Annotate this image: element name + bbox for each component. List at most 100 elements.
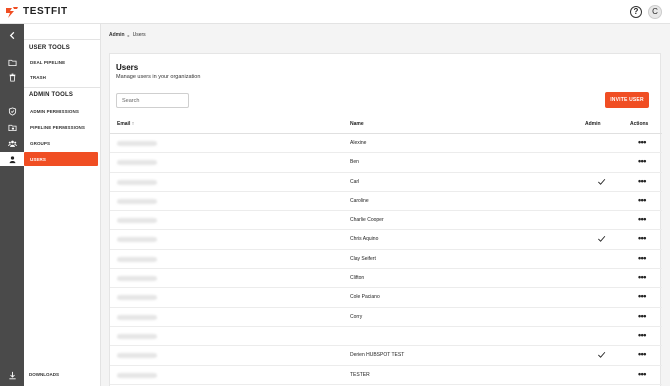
email-cell-redacted — [117, 372, 157, 378]
page-subtitle: Manage users in your organization — [116, 74, 201, 80]
name-cell: Carl — [350, 178, 360, 185]
testfit-logo-icon — [5, 5, 19, 19]
users-card: Users Manage users in your organization … — [109, 53, 662, 386]
email-cell-redacted — [117, 353, 157, 359]
sort-ascending-icon[interactable]: ↑ — [132, 121, 135, 127]
table-row[interactable]: Clifton ••• — [110, 269, 662, 289]
shield-icon[interactable] — [0, 104, 24, 118]
email-cell-redacted — [117, 160, 157, 166]
row-actions-menu-icon[interactable]: ••• — [638, 369, 646, 379]
sidebar-item-users[interactable]: USERS — [24, 152, 98, 166]
admin-check-icon — [598, 178, 606, 185]
sidebar-item-downloads[interactable]: DOWNLOADS — [29, 372, 59, 377]
table-header: Email ↑ Name Admin Actions — [110, 115, 662, 134]
page-title: Users — [116, 63, 139, 72]
logo[interactable]: TESTFIT — [5, 5, 68, 19]
table-row[interactable]: Corry ••• — [110, 308, 662, 327]
table-body: Alexine ••• Ben ••• Carl ••• Caroline ••• Charli… — [110, 134, 662, 385]
row-actions-menu-icon[interactable]: ••• — [638, 292, 646, 301]
sidebar-item-admin-permissions[interactable]: ADMIN PERMISSIONS — [24, 104, 98, 118]
breadcrumb: Admin ▸ Users — [109, 32, 146, 38]
sidebar-item-groups[interactable]: GROUPS — [24, 136, 98, 150]
email-header-label: Email — [117, 121, 131, 127]
trash-icon[interactable] — [0, 70, 24, 84]
table-row[interactable]: Carl ••• — [110, 173, 662, 192]
table-row[interactable]: Caroline ••• — [110, 192, 662, 212]
email-cell-redacted — [117, 295, 157, 301]
sidebar-item-deal-pipeline[interactable]: DEAL PIPELINE — [24, 55, 98, 69]
sidebar-item-trash[interactable]: TRASH — [24, 70, 98, 84]
name-cell: TESTER — [350, 371, 370, 378]
sidebar-item-pipeline-permissions[interactable]: PIPELINE PERMISSIONS — [24, 120, 98, 134]
breadcrumb-separator-icon: ▸ — [127, 32, 130, 38]
row-actions-menu-icon[interactable]: ••• — [638, 138, 646, 147]
row-actions-menu-icon[interactable]: ••• — [638, 311, 646, 321]
email-cell-redacted — [117, 256, 157, 262]
admin-tools-heading: ADMIN TOOLS — [29, 92, 74, 98]
table-row[interactable]: Ben ••• — [110, 153, 662, 173]
email-cell-redacted — [117, 218, 157, 224]
email-cell-redacted — [117, 276, 157, 282]
row-actions-menu-icon[interactable]: ••• — [638, 157, 646, 166]
search-input[interactable] — [116, 93, 189, 108]
column-header-name[interactable]: Name — [350, 121, 364, 127]
admin-check-icon — [598, 352, 606, 359]
row-actions-menu-icon[interactable]: ••• — [638, 253, 646, 263]
email-cell-redacted — [117, 237, 157, 243]
group-icon[interactable] — [0, 136, 24, 150]
table-row[interactable]: Cole Paciano ••• — [110, 288, 662, 308]
name-cell: Derien HUBSPOT TEST — [350, 352, 405, 359]
sidebar-divider — [24, 87, 101, 88]
table-row[interactable]: Clay Seifert ••• — [110, 250, 662, 270]
sidebar-divider — [24, 39, 101, 40]
table-row[interactable]: Alexine ••• — [110, 134, 662, 154]
folder-lock-icon[interactable] — [0, 120, 24, 134]
invite-user-button[interactable]: INVITE USER — [605, 92, 649, 108]
icon-rail — [0, 24, 24, 386]
main-content: Admin ▸ Users Users Manage users in your… — [101, 24, 670, 386]
avatar[interactable]: C — [648, 5, 662, 19]
column-header-admin: Admin — [585, 121, 601, 127]
email-cell-redacted — [117, 333, 157, 339]
name-cell: Cole Paciano — [350, 294, 380, 301]
table-row[interactable]: TESTER ••• — [110, 366, 662, 385]
row-actions-menu-icon[interactable]: ••• — [638, 234, 646, 243]
top-bar: TESTFIT ? C — [0, 0, 670, 24]
folder-icon[interactable] — [0, 55, 24, 69]
table-row[interactable]: Charlie Cooper ••• — [110, 211, 662, 231]
name-cell: Clay Seifert — [350, 255, 376, 262]
email-cell-redacted — [117, 141, 157, 146]
sidebar: USER TOOLS DEAL PIPELINE TRASH ADMIN TOO… — [24, 24, 101, 386]
breadcrumb-admin[interactable]: Admin — [109, 32, 125, 38]
row-actions-menu-icon[interactable]: ••• — [638, 273, 646, 282]
row-actions-menu-icon[interactable]: ••• — [638, 350, 646, 359]
table-row[interactable]: Chris Aquino ••• — [110, 230, 662, 250]
row-actions-menu-icon[interactable]: ••• — [638, 215, 646, 224]
user-icon[interactable] — [0, 152, 24, 166]
row-actions-menu-icon[interactable]: ••• — [638, 176, 646, 186]
collapse-icon[interactable] — [0, 28, 24, 42]
table-row[interactable]: ••• — [110, 327, 662, 347]
user-tools-heading: USER TOOLS — [29, 45, 70, 51]
name-cell: Alexine — [350, 140, 367, 146]
name-cell: Clifton — [350, 275, 365, 282]
help-icon[interactable]: ? — [630, 6, 642, 18]
breadcrumb-users: Users — [132, 32, 146, 38]
name-cell: Charlie Cooper — [350, 217, 384, 224]
column-header-email[interactable]: Email ↑ — [117, 121, 134, 127]
row-actions-menu-icon[interactable]: ••• — [638, 195, 646, 205]
email-cell-redacted — [117, 314, 157, 320]
row-actions-menu-icon[interactable]: ••• — [638, 330, 646, 340]
download-icon[interactable] — [0, 368, 24, 382]
name-cell: Ben — [350, 159, 359, 166]
column-header-actions: Actions — [630, 121, 649, 127]
admin-check-icon — [598, 236, 606, 243]
users-table: Email ↑ Name Admin Actions Alexine ••• Ben… — [110, 115, 662, 385]
app-title: TESTFIT — [23, 6, 68, 17]
email-cell-redacted — [117, 179, 157, 185]
name-cell: Caroline — [350, 197, 369, 204]
table-row[interactable]: Derien HUBSPOT TEST ••• — [110, 346, 662, 366]
name-cell: Chris Aquino — [350, 236, 379, 243]
email-cell-redacted — [117, 198, 157, 204]
name-cell: Corry — [350, 313, 363, 320]
